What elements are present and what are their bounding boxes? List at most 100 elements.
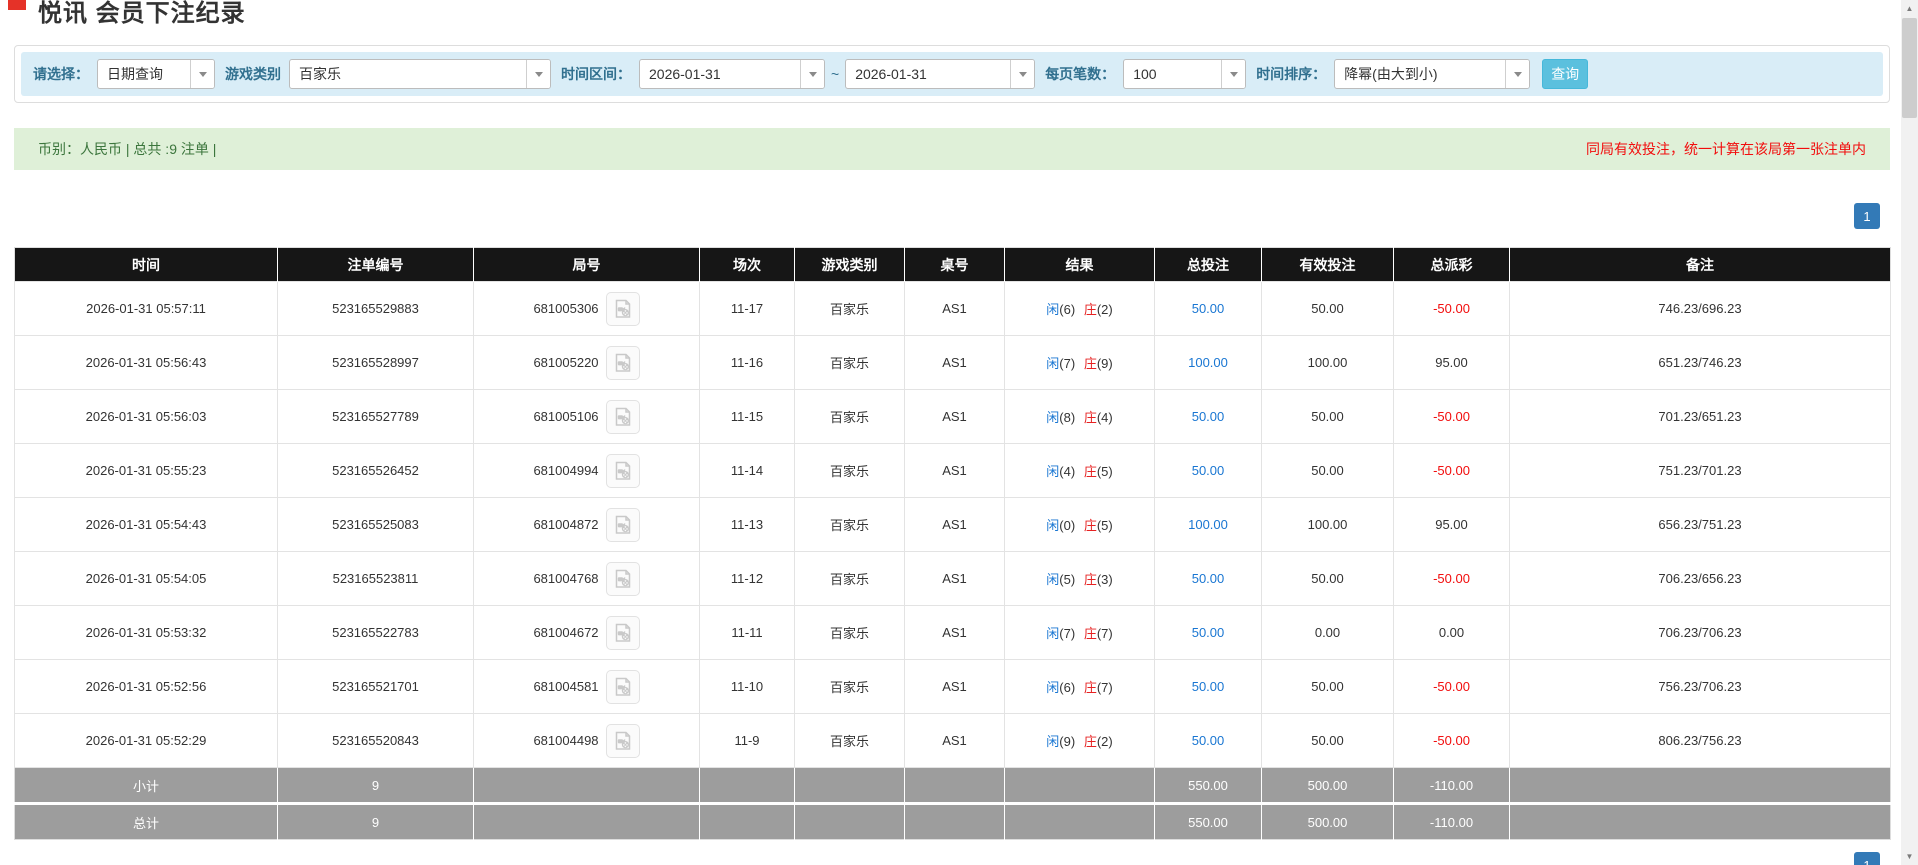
banker-result: 庄 [1083, 356, 1097, 371]
col-time: 时间 [14, 247, 278, 282]
total-payout: -110.00 [1393, 802, 1510, 840]
video-replay-button[interactable] [605, 669, 640, 704]
cell-valid-bet: 50.00 [1261, 389, 1394, 444]
game-type-select[interactable]: 百家乐 [289, 59, 551, 89]
summary-bar: 币别：人民币 | 总共 :9 注单 | 同局有效投注，统一计算在该局第一张注单内 [14, 128, 1890, 170]
video-replay-button[interactable] [605, 345, 640, 380]
date-range-separator: ~ [831, 66, 840, 82]
table-row: 2026-01-31 05:54:43 523165525083 6810048… [14, 497, 1891, 552]
cell-table-no: AS1 [904, 659, 1005, 714]
col-table-no: 桌号 [904, 247, 1005, 282]
vertical-scrollbar[interactable]: ▲ ▼ [1901, 0, 1918, 865]
cell-time: 2026-01-31 05:55:23 [14, 443, 278, 498]
total-row: 总计 9 550.00 500.00 -110.00 [14, 802, 1891, 840]
table-row: 2026-01-31 05:56:03 523165527789 6810051… [14, 389, 1891, 444]
cell-session: 11-9 [699, 713, 795, 768]
video-replay-button[interactable] [605, 615, 640, 650]
betting-records-table: 时间 注单编号 局号 场次 游戏类别 桌号 结果 总投注 有效投注 总派彩 备注… [14, 247, 1891, 840]
cell-table-no: AS1 [904, 713, 1005, 768]
cell-round-no: 681005106 [473, 389, 700, 444]
cell-result: 闲(5) 庄(3) [1004, 551, 1155, 606]
cell-total-bet: 50.00 [1154, 281, 1262, 336]
banker-result: 庄 [1083, 680, 1097, 695]
cell-remark: 706.23/656.23 [1509, 551, 1891, 606]
cell-result: 闲(6) 庄(2) [1004, 281, 1155, 336]
cell-bet-no: 523165523811 [277, 551, 474, 606]
cell-bet-no: 523165525083 [277, 497, 474, 552]
cell-game-type: 百家乐 [794, 335, 905, 390]
col-round-no: 局号 [473, 247, 700, 282]
page-title: 悦讯 会员下注纪录 [38, 0, 246, 27]
banker-result: 庄 [1083, 410, 1097, 425]
page-1-button-bottom[interactable]: 1 [1854, 852, 1880, 865]
banker-result: 庄 [1083, 302, 1097, 317]
round-no-text: 681004672 [533, 625, 599, 640]
banker-result: 庄 [1083, 626, 1097, 641]
chevron-down-icon[interactable] [1505, 60, 1530, 88]
cell-round-no: 681004498 [473, 713, 700, 768]
date-from-value: 2026-01-31 [649, 66, 721, 82]
cell-remark: 756.23/706.23 [1509, 659, 1891, 714]
video-replay-button[interactable] [605, 399, 640, 434]
video-replay-button[interactable] [605, 453, 640, 488]
chevron-down-icon[interactable] [526, 60, 550, 88]
subtotal-count: 9 [277, 767, 474, 804]
page-size-select[interactable]: 100 [1123, 59, 1247, 89]
cell-table-no: AS1 [904, 389, 1005, 444]
video-replay-button[interactable] [605, 507, 640, 542]
cell-bet-no: 523165521701 [277, 659, 474, 714]
scroll-up-icon[interactable]: ▲ [1901, 0, 1918, 17]
cell-session: 11-16 [699, 335, 795, 390]
cell-remark: 656.23/751.23 [1509, 497, 1891, 552]
scrollbar-thumb[interactable] [1902, 18, 1917, 118]
table-header: 时间 注单编号 局号 场次 游戏类别 桌号 结果 总投注 有效投注 总派彩 备注 [14, 247, 1891, 282]
cell-game-type: 百家乐 [794, 659, 905, 714]
col-bet-no: 注单编号 [277, 247, 474, 282]
cell-round-no: 681004768 [473, 551, 700, 606]
cell-payout: -50.00 [1393, 281, 1510, 336]
cell-result: 闲(7) 庄(7) [1004, 605, 1155, 660]
cell-bet-no: 523165526452 [277, 443, 474, 498]
cell-game-type: 百家乐 [794, 551, 905, 606]
date-from-picker[interactable]: 2026-01-31 [639, 59, 825, 89]
cell-session: 11-17 [699, 281, 795, 336]
cell-round-no: 681005306 [473, 281, 700, 336]
cell-bet-no: 523165528997 [277, 335, 474, 390]
scroll-down-icon[interactable]: ▼ [1901, 848, 1918, 865]
filter-bar: 请选择： 日期查询 游戏类别 百家乐 时间区间： 2026-01-31 ~ 20… [21, 52, 1883, 96]
page-1-button[interactable]: 1 [1854, 203, 1880, 229]
player-result: 闲 [1046, 572, 1060, 587]
cell-time: 2026-01-31 05:54:43 [14, 497, 278, 552]
video-replay-button[interactable] [605, 561, 640, 596]
date-to-picker[interactable]: 2026-01-31 [845, 59, 1036, 89]
cell-bet-no: 523165527789 [277, 389, 474, 444]
cell-payout: -50.00 [1393, 443, 1510, 498]
query-type-select[interactable]: 日期查询 [97, 59, 215, 89]
film-document-icon [615, 353, 630, 372]
cell-bet-no: 523165522783 [277, 605, 474, 660]
search-button[interactable]: 查询 [1542, 59, 1589, 89]
cell-valid-bet: 100.00 [1261, 335, 1394, 390]
cell-remark: 806.23/756.23 [1509, 713, 1891, 768]
table-row: 2026-01-31 05:53:32 523165522783 6810046… [14, 605, 1891, 660]
player-result: 闲 [1046, 410, 1060, 425]
chevron-down-icon[interactable] [1221, 60, 1246, 88]
video-replay-button[interactable] [605, 723, 640, 758]
page-size-value: 100 [1133, 66, 1157, 82]
chevron-down-icon[interactable] [190, 60, 214, 88]
player-result: 闲 [1046, 356, 1060, 371]
cell-payout: -50.00 [1393, 713, 1510, 768]
video-replay-button[interactable] [605, 291, 640, 326]
cell-time: 2026-01-31 05:56:43 [14, 335, 278, 390]
cell-round-no: 681005220 [473, 335, 700, 390]
film-document-icon [615, 461, 630, 480]
cell-result: 闲(9) 庄(2) [1004, 713, 1155, 768]
round-no-text: 681004872 [533, 517, 599, 532]
sort-select[interactable]: 降幂(由大到小) [1334, 59, 1531, 89]
cell-table-no: AS1 [904, 551, 1005, 606]
cell-total-bet: 50.00 [1154, 389, 1262, 444]
total-count: 9 [277, 802, 474, 840]
film-document-icon [615, 623, 630, 642]
chevron-down-icon[interactable] [800, 60, 824, 88]
chevron-down-icon[interactable] [1010, 60, 1035, 88]
